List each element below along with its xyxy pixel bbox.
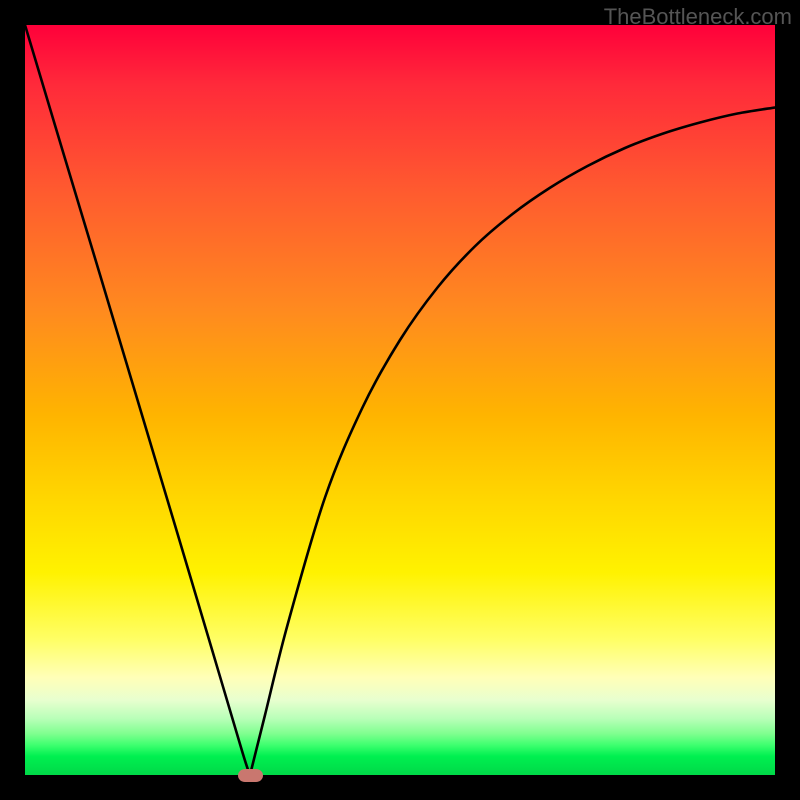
min-point-marker [238,769,263,782]
plot-area [25,25,775,775]
curve-svg [25,25,775,775]
bottleneck-curve [25,25,775,775]
chart-frame: TheBottleneck.com [0,0,800,800]
